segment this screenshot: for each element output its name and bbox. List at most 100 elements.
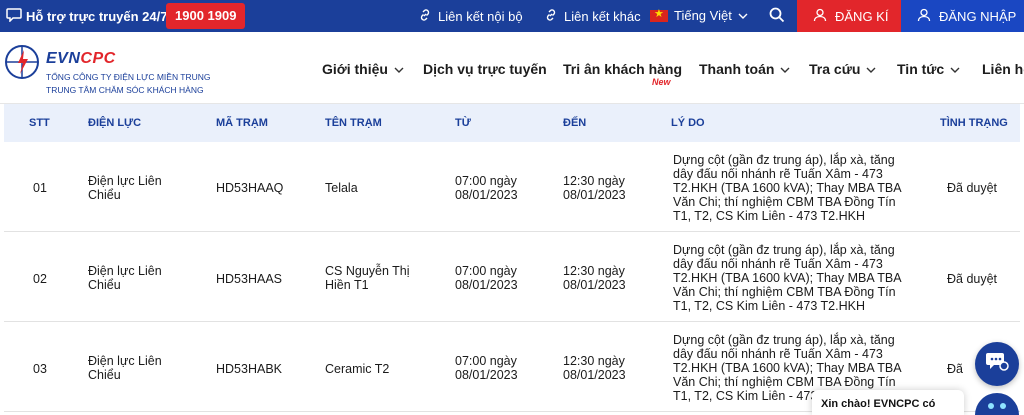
chevron-down-icon xyxy=(738,8,748,23)
hotline-number[interactable]: 1900 1909 xyxy=(166,3,246,29)
nav-news-label: Tin tức xyxy=(897,61,945,77)
support-chat-button[interactable] xyxy=(975,342,1019,386)
evncpc-logo[interactable]: EVNCPC TỔNG CÔNG TY ĐIỆN LỰC MIỀN TRUNG … xyxy=(4,40,211,98)
brand-name-evn: EVN xyxy=(46,50,81,67)
search-button[interactable] xyxy=(768,6,786,27)
row-reason-line: dây đấu nối nhánh rẽ Tuấn Xâm - 473 xyxy=(673,167,883,181)
login-label: ĐĂNG NHẬP xyxy=(939,8,1017,24)
nav-online-services-label: Dịch vụ trực tuyến xyxy=(423,61,547,77)
user-icon xyxy=(917,8,931,25)
nav-lookup[interactable]: Tra cứu xyxy=(809,61,876,77)
nav-intro-label: Giới thiệu xyxy=(322,61,388,77)
link-icon xyxy=(544,8,558,25)
row-reason: Dựng cột (gần đz trung áp), lắp xà, tăng… xyxy=(673,153,902,223)
table-row[interactable]: 02 Điện lực Liên Chiểu HD53HAAS CS Nguyễ… xyxy=(4,232,1020,322)
row-unit-line: Chiểu xyxy=(88,188,121,202)
nav-payment-label: Thanh toán xyxy=(699,61,775,77)
login-button[interactable]: ĐĂNG NHẬP xyxy=(901,0,1024,32)
chat-greeting-bubble[interactable]: Xin chào! EVNCPC có xyxy=(812,390,964,415)
other-link[interactable]: Liên kết khác xyxy=(544,8,641,25)
row-to-line: 08/01/2023 xyxy=(563,368,626,382)
row-reason-line: T1, T2, CS Kim Liên - 473 T2.HKH xyxy=(673,299,865,313)
column-header-stt: STT xyxy=(29,117,50,129)
chevron-down-icon xyxy=(866,61,876,77)
row-status: Đã duyệt xyxy=(947,272,998,286)
column-header-unit: ĐIỆN LỰC xyxy=(88,117,142,129)
language-selector[interactable]: Tiếng Việt xyxy=(650,7,748,23)
bot-eye-icon xyxy=(988,403,994,409)
row-from-line: 08/01/2023 xyxy=(455,278,518,292)
row-reason-line: Dựng cột (gần đz trung áp), lắp xà, tăng xyxy=(673,333,895,347)
chat-bubble-icon xyxy=(6,8,22,25)
internal-link[interactable]: Liên kết nội bộ xyxy=(418,8,523,25)
row-to-line: 12:30 ngày xyxy=(563,264,625,278)
column-header-to: ĐẾN xyxy=(563,117,587,129)
row-reason-line: T2.HKH (TBA 1600 kVA); Thay MBA TBA xyxy=(673,271,902,285)
row-to-line: 08/01/2023 xyxy=(563,278,626,292)
row-status: Đã xyxy=(947,362,963,376)
row-to: 12:30 ngày 08/01/2023 xyxy=(563,174,626,202)
nav-lookup-label: Tra cứu xyxy=(809,61,861,77)
hotline: Hỗ trợ trực truyến 24/7: xyxy=(6,8,172,25)
row-from: 07:00 ngày 08/01/2023 xyxy=(455,354,518,382)
row-from-line: 07:00 ngày xyxy=(455,354,517,368)
nav-contact[interactable]: Liên hệ xyxy=(982,61,1024,77)
row-reason-line: Văn Chi; thí nghiệm CBM TBA Đồng Tín xyxy=(673,375,896,389)
row-unit: Điện lực Liên Chiểu xyxy=(88,354,162,382)
other-link-label: Liên kết khác xyxy=(564,9,641,24)
brand-subtitle-2: TRUNG TÂM CHĂM SÓC KHÁCH HÀNG xyxy=(46,85,204,95)
row-unit-line: Điện lực Liên xyxy=(88,264,162,278)
brand-name-cpc: CPC xyxy=(80,50,116,67)
row-reason-line: dây đấu nối nhánh rẽ Tuấn Xâm - 473 xyxy=(673,347,883,361)
brand-subtitle-1: TỔNG CÔNG TY ĐIỆN LỰC MIỀN TRUNG xyxy=(46,72,211,82)
row-station-name: Telala xyxy=(325,181,358,195)
row-station-name: Ceramic T2 xyxy=(325,362,389,376)
row-from-line: 07:00 ngày xyxy=(455,264,517,278)
table-row[interactable]: 01 Điện lực Liên Chiểu HD53HAAQ Telala 0… xyxy=(4,142,1020,232)
register-label: ĐĂNG KÍ xyxy=(835,8,889,24)
nav-customer-gratitude[interactable]: Tri ân khách hàng xyxy=(563,61,682,77)
row-unit: Điện lực Liên Chiểu xyxy=(88,264,162,292)
row-station-code: HD53HAAQ xyxy=(216,181,284,195)
evn-emblem-icon xyxy=(4,44,40,85)
row-station-name-line: Ceramic T2 xyxy=(325,362,390,376)
register-button[interactable]: ĐĂNG KÍ xyxy=(797,0,901,32)
row-unit: Điện lực Liên Chiểu xyxy=(88,174,162,202)
nav-news[interactable]: Tin tức xyxy=(897,61,960,77)
user-icon xyxy=(813,8,827,25)
row-from: 07:00 ngày 08/01/2023 xyxy=(455,174,518,202)
column-header-from: TỪ xyxy=(455,117,471,129)
link-icon xyxy=(418,8,432,25)
row-to-line: 12:30 ngày xyxy=(563,174,625,188)
row-reason-line: Văn Chi; thí nghiệm CBM TBA Đồng Tín xyxy=(673,285,896,299)
nav-online-services[interactable]: Dịch vụ trực tuyến xyxy=(423,61,547,77)
row-station-code: HD53HABK xyxy=(216,362,282,376)
chat-support-icon xyxy=(985,351,1009,378)
row-stt: 02 xyxy=(33,272,47,286)
chat-greeting-text: Xin chào! EVNCPC có xyxy=(821,398,936,410)
row-station-code: HD53HAAS xyxy=(216,272,282,286)
column-header-station-code: MÃ TRẠM xyxy=(216,117,268,129)
row-stt: 03 xyxy=(33,362,47,376)
row-from-line: 08/01/2023 xyxy=(455,188,518,202)
row-unit-line: Điện lực Liên xyxy=(88,354,162,368)
row-reason-line: Văn Chi; thí nghiệm CBM TBA Đồng Tín xyxy=(673,195,896,209)
column-header-status: TÌNH TRẠNG xyxy=(940,117,1008,129)
row-reason: Dựng cột (gần đz trung áp), lắp xà, tăng… xyxy=(673,243,902,313)
internal-link-label: Liên kết nội bộ xyxy=(438,9,523,24)
chevron-down-icon xyxy=(950,61,960,77)
row-to-line: 12:30 ngày xyxy=(563,354,625,368)
brand-name: EVNCPC xyxy=(46,50,116,68)
column-header-station-name: TÊN TRẠM xyxy=(325,117,382,129)
row-reason-line: dây đấu nối nhánh rẽ Tuấn Xâm - 473 xyxy=(673,257,883,271)
top-bar: Hỗ trợ trực truyến 24/7: 1900 1909 Liên … xyxy=(0,0,1024,32)
nav-intro[interactable]: Giới thiệu xyxy=(322,61,404,77)
row-reason-line: T2.HKH (TBA 1600 kVA); Thay MBA TBA xyxy=(673,361,902,375)
nav-payment[interactable]: Thanh toán xyxy=(699,61,790,77)
row-status: Đã duyệt xyxy=(947,181,998,195)
new-badge: New xyxy=(652,77,671,87)
row-reason-line: Dựng cột (gần đz trung áp), lắp xà, tăng xyxy=(673,153,895,167)
row-to: 12:30 ngày 08/01/2023 xyxy=(563,264,626,292)
chevron-down-icon xyxy=(780,61,790,77)
row-from: 07:00 ngày 08/01/2023 xyxy=(455,264,518,292)
